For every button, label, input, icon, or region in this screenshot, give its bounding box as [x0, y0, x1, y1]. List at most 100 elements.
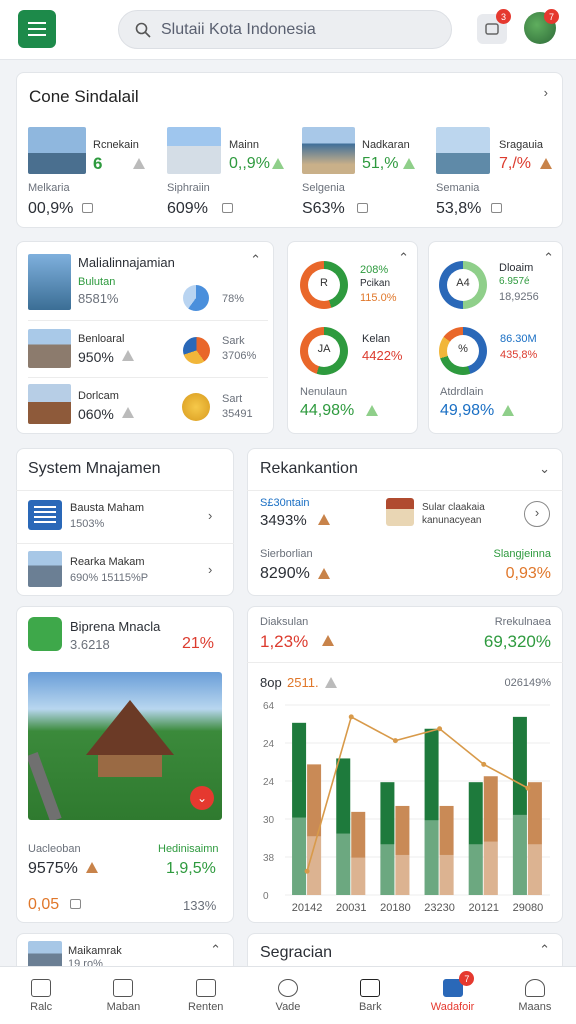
mgmt-side-label: Sark — [222, 335, 245, 347]
y-tick-label: 30 — [263, 815, 275, 826]
pie-icon — [183, 337, 210, 364]
ring-foot-value: 44,98% — [300, 402, 355, 419]
chart-tl-value: 1,23% — [260, 632, 309, 651]
ring-label: 208% — [360, 264, 389, 276]
x-tick-label: 20142 — [292, 902, 323, 914]
city-thumbnail — [28, 551, 62, 587]
file-icon — [82, 203, 93, 213]
bar-highlight — [336, 833, 351, 895]
home-icon — [403, 158, 415, 169]
search-placeholder: Slutaii Kota Indonesia — [161, 20, 316, 38]
y-tick-label: 24 — [263, 777, 275, 788]
home-icon — [325, 677, 337, 688]
nav-item-maans[interactable]: Maans — [494, 967, 576, 1024]
x-tick-label: 29080 — [513, 902, 544, 914]
summary-item-label: Semania — [436, 182, 480, 194]
nav-item-wadafoir[interactable]: Wadafoir 7 — [411, 967, 493, 1024]
chevron-down-icon[interactable]: ⌄ — [539, 461, 550, 477]
summary-item-value: 7,/% — [499, 155, 532, 172]
notification-badge: 3 — [496, 9, 511, 24]
feature-label: Hedinisaimn — [158, 843, 219, 855]
feature-pct: 21% — [182, 635, 215, 652]
file-icon — [491, 203, 502, 213]
chevron-right-icon[interactable]: › — [544, 85, 548, 100]
bar-highlight — [424, 820, 439, 895]
summary-item-name: Mainn — [229, 139, 259, 151]
chart-tr-label: Rrekulnaea — [494, 616, 551, 628]
nav-item-bark[interactable]: Bark — [329, 967, 411, 1024]
summary-item-pct: 00,9% — [28, 200, 74, 217]
feature-title: Biprena Mnacla — [70, 619, 161, 634]
feature-sub: 3.6218 — [70, 637, 110, 652]
chart-tl-label: Diaksulan — [260, 616, 309, 628]
chevron-right-icon[interactable]: › — [208, 508, 212, 523]
mgmt-row-name: Benloaral — [78, 333, 125, 345]
city-thumbnail — [28, 254, 71, 310]
mgmt-side-value: 3706% — [222, 350, 257, 362]
nav-item-renten[interactable]: Renten — [165, 967, 247, 1024]
city-thumbnail — [167, 127, 221, 174]
bar-highlight — [527, 844, 542, 895]
chevron-up-icon[interactable]: ⌃ — [250, 252, 261, 268]
search-bar[interactable]: Slutaii Kota Indonesia — [118, 10, 452, 49]
line-point — [437, 726, 443, 732]
ring-label: Pcikan — [360, 278, 391, 289]
bar-highlight — [395, 854, 410, 895]
map-icon — [28, 617, 62, 651]
summary-item-label: Siphraiin — [167, 182, 210, 194]
summary-item-name: Rcnekain — [93, 139, 139, 151]
chevron-up-icon[interactable]: ⌃ — [539, 942, 550, 958]
summary-item-value: 6 — [93, 154, 103, 173]
menu-icon[interactable] — [18, 10, 56, 48]
building-thumbnail — [302, 127, 355, 174]
nav-item-home[interactable]: Ralc — [0, 967, 82, 1024]
chevron-up-icon[interactable]: ⌃ — [398, 250, 409, 266]
mgmt-side-label: Sart — [222, 393, 243, 405]
arrow-right-icon[interactable]: › — [524, 501, 550, 527]
shield-icon[interactable]: ⌄ — [190, 786, 214, 810]
system-row-value: 690% 15115%P — [70, 572, 149, 584]
nav-item-maban[interactable]: Maban — [82, 967, 164, 1024]
rekan-title: Rekankantion — [260, 460, 358, 477]
x-tick-label: 23230 — [424, 902, 455, 914]
home-icon — [272, 158, 284, 169]
bar-highlight — [483, 841, 498, 895]
system-row-name[interactable]: Rearka Makam — [70, 556, 145, 568]
ring-label: 86.30M — [500, 333, 537, 345]
rekan-top-value: 3493% — [260, 512, 307, 529]
file-icon — [357, 203, 368, 213]
ring-foot-label: Nenulaun — [300, 386, 348, 398]
bar-highlight — [512, 814, 527, 895]
mgmt-row-value: 060% — [78, 406, 114, 422]
bottom-right-title: Segracian — [260, 944, 333, 961]
chevron-up-icon[interactable]: ⌃ — [210, 942, 221, 958]
home-icon — [366, 405, 378, 416]
donut-chart: % — [439, 327, 487, 375]
mgmt-row-value: 8581% — [78, 291, 119, 306]
summary-title: Cone Sindalail — [29, 87, 139, 106]
system-row-name[interactable]: Bausta Maham — [70, 502, 144, 514]
home-icon — [318, 514, 330, 525]
home-icon — [31, 978, 52, 997]
chevron-up-icon[interactable]: ⌃ — [543, 250, 554, 266]
ring-foot-value: 49,98% — [440, 402, 495, 419]
x-tick-label: 20121 — [468, 902, 499, 914]
home-icon — [502, 405, 514, 416]
donut-center: A4 — [456, 277, 470, 289]
nav-item-vade[interactable]: Vade — [247, 967, 329, 1024]
home-icon — [318, 568, 330, 579]
ring-label: 4422% — [362, 348, 403, 363]
home-icon — [86, 862, 98, 873]
document-icon — [195, 978, 216, 997]
y-tick-label: 24 — [263, 739, 275, 750]
city-thumbnail — [28, 941, 62, 969]
chart-sub-label: 8op — [260, 675, 282, 690]
system-title: System Mnajamen — [28, 460, 161, 477]
ring-label: 18,9256 — [499, 291, 539, 303]
feature-label: Uacleoban — [28, 843, 81, 855]
feature-value: 0,05 — [28, 896, 60, 913]
x-tick-label: 20180 — [380, 902, 411, 914]
chevron-right-icon[interactable]: › — [208, 562, 212, 577]
summary-item-pct: 609% — [167, 200, 208, 217]
file-icon — [222, 203, 233, 213]
